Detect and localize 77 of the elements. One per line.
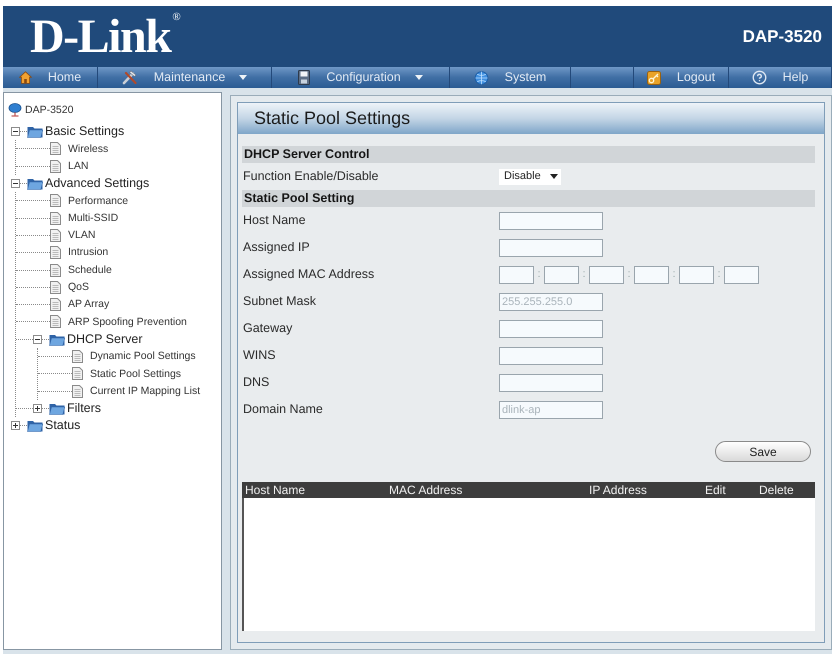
minus-box-icon[interactable]: [11, 127, 20, 136]
mac-separator: :: [671, 267, 677, 282]
mac-octet-field[interactable]: [724, 266, 759, 284]
folder-icon: [49, 402, 65, 415]
function-select[interactable]: Disable: [499, 168, 561, 184]
folder-icon: [27, 419, 43, 432]
folder-icon: [27, 125, 43, 138]
tree-item[interactable]: Status: [45, 419, 80, 432]
plus-box-icon[interactable]: [11, 421, 20, 430]
input-field[interactable]: [499, 238, 603, 256]
caret-down-icon: [414, 75, 423, 80]
tools-icon: [122, 70, 138, 85]
mac-octet-field[interactable]: [544, 266, 579, 284]
field-label: Subnet Mask: [242, 293, 317, 310]
folder-icon: [49, 332, 65, 346]
field-label: Domain Name: [242, 401, 324, 418]
field-label: Function Enable/Disable: [242, 168, 380, 186]
tree-item[interactable]: Advanced Settings: [45, 177, 150, 190]
minus-box-icon[interactable]: [33, 334, 42, 344]
field-label: Assigned IP: [242, 239, 311, 256]
tree-item[interactable]: Intrusion: [68, 247, 108, 258]
tree-item[interactable]: Basic Settings: [45, 125, 124, 138]
column-header: IP Address: [589, 482, 648, 499]
tree-item[interactable]: Wireless: [68, 144, 108, 154]
mac-octet-field[interactable]: [679, 266, 714, 284]
column-header: Delete: [759, 482, 795, 499]
tree-item[interactable]: LAN: [68, 160, 88, 172]
model-name: DAP-3520: [742, 26, 822, 48]
tree-item[interactable]: Dynamic Pool Settings: [90, 351, 196, 362]
tree-item[interactable]: VLAN: [68, 230, 96, 241]
tree-item[interactable]: ARP Spoofing Prevention: [68, 316, 187, 328]
tree-item[interactable]: Current IP Mapping List: [90, 386, 200, 396]
field-label: DNS: [242, 374, 270, 392]
save-button[interactable]: Save: [715, 441, 811, 462]
tree-item[interactable]: QoS: [68, 282, 90, 293]
tree-item[interactable]: Multi-SSID: [68, 212, 118, 224]
mac-octet-field[interactable]: [589, 266, 624, 284]
key-icon: [646, 70, 661, 84]
house-icon: [18, 71, 32, 84]
section-header: Static Pool Setting: [242, 190, 815, 207]
field-label: Assigned MAC Address: [242, 266, 376, 284]
column-header: MAC Address: [389, 482, 464, 499]
tree-item[interactable]: DHCP Server: [67, 332, 142, 346]
input-field[interactable]: [499, 374, 603, 392]
minus-box-icon[interactable]: [11, 179, 20, 188]
tree-item[interactable]: Performance: [68, 196, 128, 206]
mac-separator: :: [581, 267, 587, 282]
field-label: Host Name: [242, 212, 307, 230]
input-field[interactable]: dlink-ap: [499, 400, 603, 418]
folder-icon: [27, 177, 43, 190]
field-label: Gateway: [242, 320, 294, 338]
caret-down-icon: [239, 75, 248, 80]
tree-item[interactable]: AP Array: [68, 299, 110, 310]
panel-title: Static Pool Settings: [238, 103, 824, 134]
network-icon: [8, 103, 22, 117]
globe-icon: [474, 70, 489, 84]
tree-item[interactable]: Filters: [67, 402, 102, 415]
input-field[interactable]: [499, 212, 603, 230]
mac-separator: :: [536, 267, 542, 282]
column-header: Host Name: [245, 482, 306, 499]
mac-separator: :: [626, 267, 632, 282]
column-header: Edit: [705, 482, 727, 499]
help-icon: [752, 70, 767, 85]
tree-item[interactable]: Static Pool Settings: [90, 368, 182, 380]
input-field[interactable]: 255.255.255.0: [499, 292, 603, 310]
section-header: DHCP Server Control: [242, 146, 815, 163]
input-field[interactable]: [499, 320, 603, 338]
brand-logo: D-Link$^{®}$: [30, 8, 180, 64]
input-field[interactable]: [499, 346, 603, 364]
mac-separator: :: [716, 267, 722, 282]
mac-octet-field[interactable]: [634, 266, 669, 284]
mac-octet-field[interactable]: [499, 266, 534, 284]
plus-box-icon[interactable]: [33, 404, 42, 413]
tree-item[interactable]: Schedule: [68, 264, 112, 276]
caret-down-icon: [550, 174, 558, 179]
field-label: WINS: [242, 347, 277, 364]
tree-item[interactable]: DAP-3520: [25, 104, 74, 116]
